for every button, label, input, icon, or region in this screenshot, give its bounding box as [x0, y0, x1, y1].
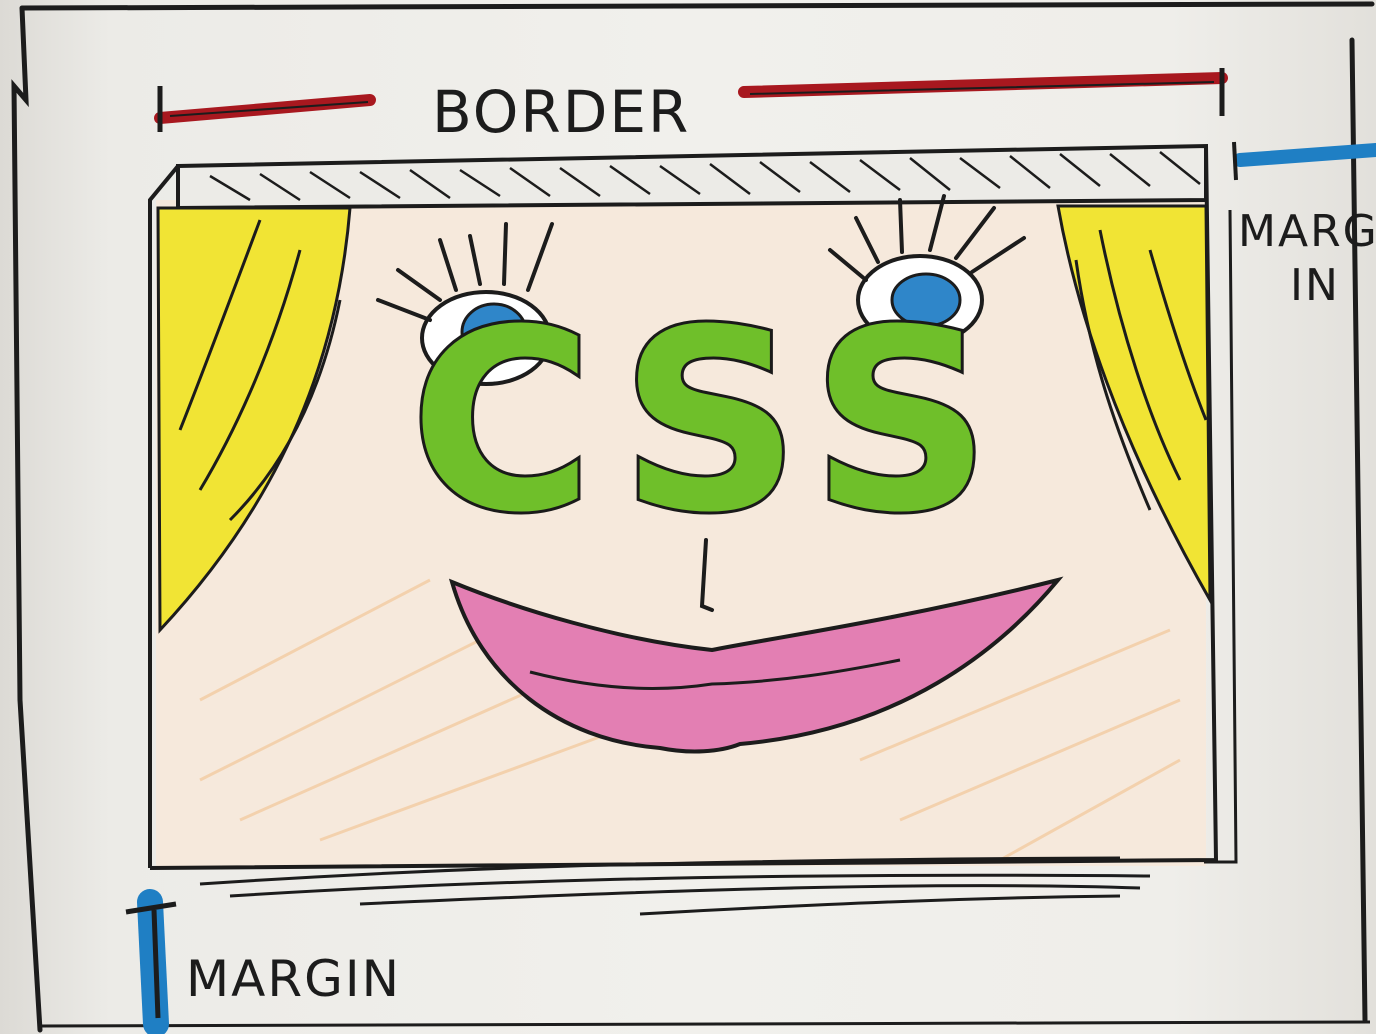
- margin-right-label-line2: IN: [1290, 260, 1340, 311]
- sketch-canvas: BORDER MARG IN MARGIN CSS: [0, 0, 1376, 1034]
- bottom-margin-arrow: [125, 889, 177, 1034]
- margin-right-label-line1: MARG: [1238, 206, 1376, 257]
- border-label: BORDER: [432, 78, 690, 146]
- border-arrow: [154, 68, 1228, 132]
- css-text: CSS: [410, 276, 1013, 567]
- margin-bottom-label: MARGIN: [186, 950, 401, 1008]
- bottom-frame-line: [39, 1020, 1371, 1028]
- css-box-model-sketch: BORDER MARG IN MARGIN CSS: [11, 1, 1376, 1034]
